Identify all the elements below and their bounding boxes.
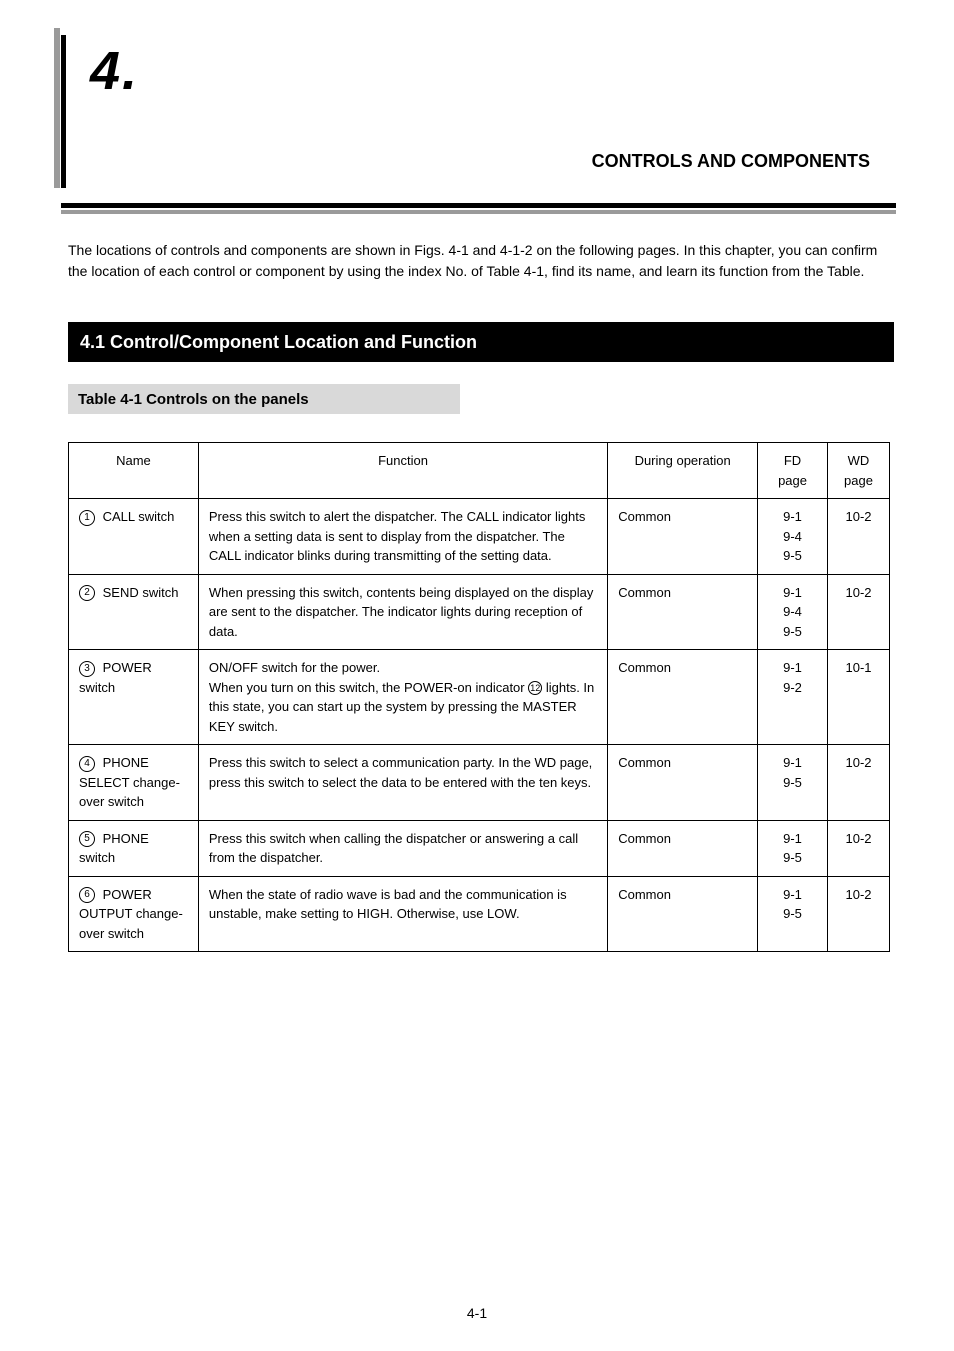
cell-function: Press this switch to select a communicat… — [198, 745, 607, 821]
table-header-function: Function — [198, 443, 607, 499]
cell-during: Common — [608, 499, 758, 575]
cell-during: Common — [608, 650, 758, 745]
inline-ref-icon: 12 — [528, 681, 542, 695]
cell-name: 3 POWER switch — [69, 650, 199, 745]
cell-wd: 10-2 — [828, 499, 890, 575]
cell-name: 6 POWER OUTPUT change-over switch — [69, 876, 199, 952]
table-row: 4 PHONE SELECT change-over switch Press … — [69, 745, 890, 821]
cell-fd: 9-1 9-4 9-5 — [758, 499, 828, 575]
table-row: 6 POWER OUTPUT change-over switch When t… — [69, 876, 890, 952]
table-row: 5 PHONE switch Press this switch when ca… — [69, 820, 890, 876]
cell-function: When the state of radio wave is bad and … — [198, 876, 607, 952]
table-header-name: Name — [69, 443, 199, 499]
cell-function: Press this switch when calling the dispa… — [198, 820, 607, 876]
row-index-icon: 5 — [79, 831, 95, 847]
chapter-title: CONTROLS AND COMPONENTS — [592, 151, 870, 172]
cell-fd: 9-1 9-4 9-5 — [758, 574, 828, 650]
cell-fd: 9-1 9-2 — [758, 650, 828, 745]
cell-fd: 9-1 9-5 — [758, 745, 828, 821]
page-corner-decoration — [54, 28, 84, 198]
cell-fd-text: 9-1 9-4 9-5 — [783, 585, 802, 639]
row-index-icon: 2 — [79, 585, 95, 601]
cell-fd: 9-1 9-5 — [758, 820, 828, 876]
cell-wd: 10-2 — [828, 745, 890, 821]
corner-vertical-black — [61, 35, 66, 188]
cell-function: Press this switch to alert the dispatche… — [198, 499, 607, 575]
section-heading-text: 4.1 Control/Component Location and Funct… — [80, 332, 477, 353]
table-row: 3 POWER switch ON/OFF switch for the pow… — [69, 650, 890, 745]
cell-fd-text: 9-1 9-5 — [783, 755, 802, 790]
cell-name: 4 PHONE SELECT change-over switch — [69, 745, 199, 821]
cell-wd: 10-2 — [828, 876, 890, 952]
cell-name: 2 SEND switch — [69, 574, 199, 650]
table-header-fd: FD page — [758, 443, 828, 499]
page-number: 4-1 — [467, 1305, 487, 1321]
controls-table: Name Function During operation FD page W… — [68, 442, 890, 952]
row-index-icon: 6 — [79, 887, 95, 903]
subsection-heading-bar: Table 4-1 Controls on the panels — [68, 384, 460, 414]
row-index-icon: 1 — [79, 510, 95, 526]
cell-name: 5 PHONE switch — [69, 820, 199, 876]
cell-wd: 10-2 — [828, 574, 890, 650]
chapter-header: 4. CONTROLS AND COMPONENTS — [90, 40, 880, 180]
intro-paragraph: The locations of controls and components… — [68, 240, 896, 282]
cell-wd: 10-2 — [828, 820, 890, 876]
cell-function: When pressing this switch, contents bein… — [198, 574, 607, 650]
table-header-row: Name Function During operation FD page W… — [69, 443, 890, 499]
cell-wd: 10-1 — [828, 650, 890, 745]
row-name-text: SEND switch — [103, 585, 179, 600]
cell-during: Common — [608, 876, 758, 952]
cell-function: ON/OFF switch for the power. When you tu… — [198, 650, 607, 745]
table-row: 1 CALL switch Press this switch to alert… — [69, 499, 890, 575]
cell-fd-text: 9-1 9-2 — [783, 660, 802, 695]
table-row: 2 SEND switch When pressing this switch,… — [69, 574, 890, 650]
row-index-icon: 4 — [79, 756, 95, 772]
corner-horizontal-black — [61, 203, 896, 208]
cell-during: Common — [608, 574, 758, 650]
section-heading-bar: 4.1 Control/Component Location and Funct… — [68, 322, 894, 362]
page-content: The locations of controls and components… — [68, 240, 896, 952]
cell-function-prefix: ON/OFF switch for the power. When you tu… — [209, 660, 528, 695]
subsection-heading-text: Table 4-1 Controls on the panels — [78, 391, 309, 408]
cell-fd-text: 9-1 9-5 — [783, 887, 802, 922]
cell-fd-text: 9-1 9-5 — [783, 831, 802, 866]
cell-fd: 9-1 9-5 — [758, 876, 828, 952]
cell-during: Common — [608, 745, 758, 821]
row-index-icon: 3 — [79, 661, 95, 677]
corner-vertical-gray — [54, 28, 60, 188]
cell-during: Common — [608, 820, 758, 876]
cell-name: 1 CALL switch — [69, 499, 199, 575]
chapter-number: 4. — [90, 40, 880, 102]
cell-fd-text: 9-1 9-4 9-5 — [783, 509, 802, 563]
table-header-during: During operation — [608, 443, 758, 499]
corner-horizontal-gray — [61, 210, 896, 214]
table-header-wd: WD page — [828, 443, 890, 499]
row-name-text: CALL switch — [103, 509, 175, 524]
